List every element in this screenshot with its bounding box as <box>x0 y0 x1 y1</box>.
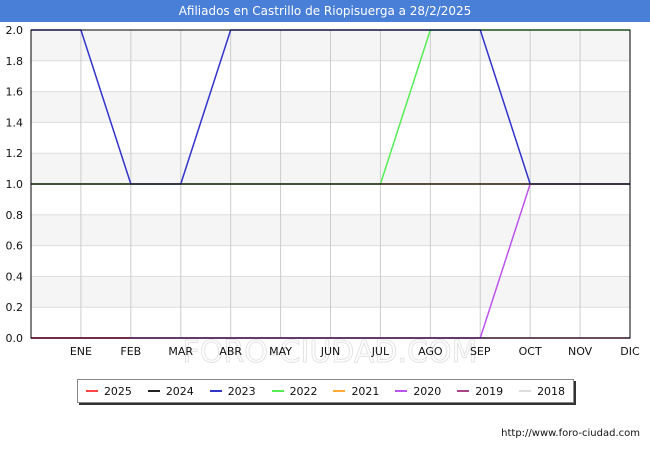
legend-swatch <box>457 390 470 392</box>
x-tick-label: MAR <box>168 345 193 358</box>
y-tick-label: 0.6 <box>6 240 24 253</box>
x-tick-label: ENE <box>70 345 92 358</box>
legend-swatch <box>85 390 98 392</box>
x-tick-label: NOV <box>568 345 593 358</box>
y-tick-labels: 0.0 0.2 0.4 0.6 0.8 1.0 1.2 1.4 1.6 1.8 2.0 <box>6 24 24 345</box>
y-tick-label: 0.4 <box>6 270 24 283</box>
legend-swatch <box>519 390 532 392</box>
legend-label: 2020 <box>413 384 442 398</box>
legend-swatch <box>333 390 346 392</box>
y-tick-label: 0.8 <box>6 209 24 222</box>
legend-item-2021: 2021 <box>333 385 379 398</box>
y-tick-label: 1.4 <box>6 116 24 129</box>
x-tick-label: JUN <box>320 345 341 358</box>
x-tick-label: DIC <box>620 345 640 358</box>
y-tick-label: 1.6 <box>6 86 24 99</box>
x-tick-label: SEP <box>470 345 491 358</box>
legend-label: 2024 <box>165 384 194 398</box>
source-url: http://www.foro-ciudad.com <box>501 428 640 439</box>
legend-item-2022: 2022 <box>271 384 318 398</box>
y-tick-label: 1.8 <box>6 55 24 68</box>
y-tick-label: 0.0 <box>6 332 24 345</box>
legend-label: 2021 <box>351 384 380 398</box>
legend-item-2024: 2024 <box>147 384 194 398</box>
legend-swatch <box>209 390 222 392</box>
legend-label: 2025 <box>103 384 132 398</box>
legend-label: 2022 <box>289 384 318 398</box>
legend-swatch <box>395 390 408 392</box>
legend-item-2018: 2018 <box>519 385 565 398</box>
x-tick-label: OCT <box>519 345 542 358</box>
x-tick-label: ABR <box>219 345 242 358</box>
legend-item-2025: 2025 <box>85 384 132 398</box>
x-tick-label: MAY <box>269 345 292 358</box>
legend-item-2019: 2019 <box>457 385 503 398</box>
x-tick-label: JUL <box>371 345 390 358</box>
y-tick-label: 1.2 <box>6 147 24 160</box>
legend-label: 2019 <box>475 384 504 398</box>
legend-swatch <box>147 390 160 392</box>
y-tick-label: 2.0 <box>6 24 24 37</box>
legend-label: 2023 <box>227 384 256 398</box>
x-tick-label: FEB <box>120 345 141 358</box>
x-tick-label: AGO <box>418 345 443 358</box>
legend-label: 2018 <box>537 384 566 398</box>
y-tick-label: 0.2 <box>6 301 24 314</box>
legend-swatch <box>271 390 284 392</box>
legend-item-2023: 2023 <box>209 384 256 398</box>
legend: 2025 2024 2023 2022 2021 2020 2019 2018 <box>77 379 574 403</box>
legend-item-2020: 2020 <box>395 385 441 398</box>
y-tick-label: 1.0 <box>6 178 24 191</box>
